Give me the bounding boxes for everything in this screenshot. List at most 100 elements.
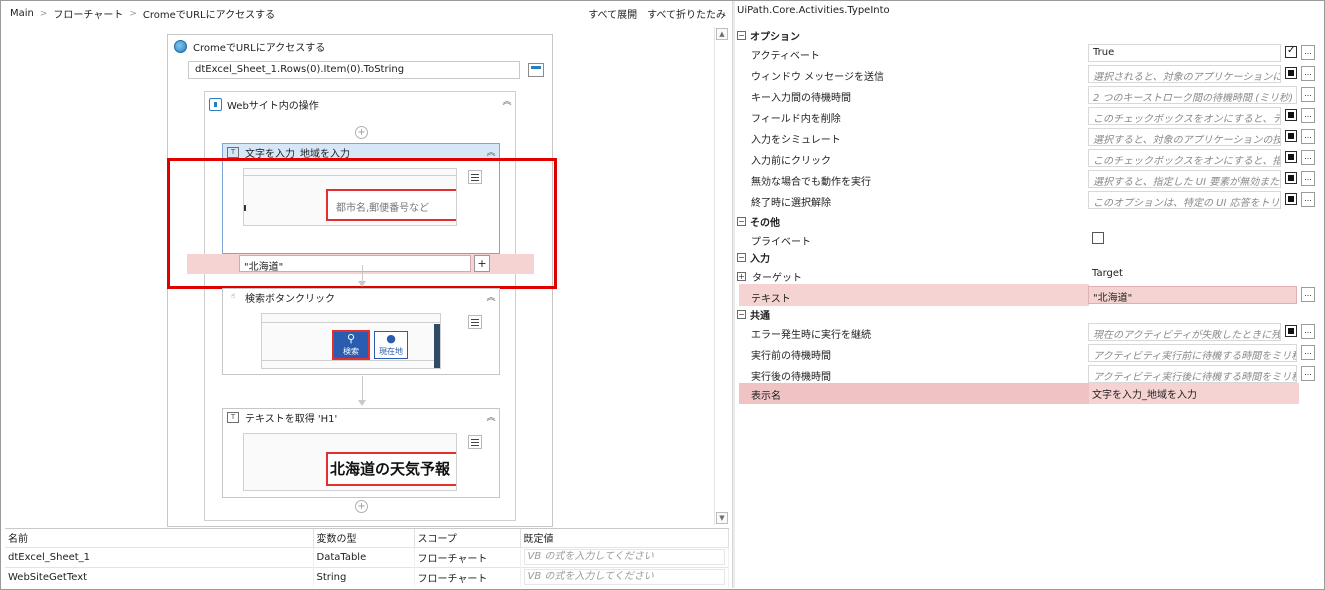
- arrow-down-icon: [358, 281, 366, 287]
- property-row[interactable]: キー入力間の待機時間 2 つのキーストローク間の待機時間 (ミリ秒) です。既 …: [735, 85, 1323, 105]
- category-options[interactable]: − オプション: [735, 24, 1323, 44]
- default-value-input[interactable]: VB の式を入力してください: [523, 569, 725, 586]
- type-into-icon: T: [227, 147, 239, 158]
- ellipsis-icon[interactable]: ...: [1301, 87, 1315, 102]
- breadcrumb-item-main[interactable]: Main: [10, 8, 34, 19]
- ellipsis-icon[interactable]: ...: [1301, 366, 1315, 381]
- click-activity[interactable]: ☝ 検索ボタンクリック ︽ ⚲ 検索 ● 現在地: [222, 288, 500, 375]
- property-row[interactable]: ウィンドウ メッセージを送信 選択されると、対象のアプリケーションに特定のメ .…: [735, 64, 1323, 84]
- url-field[interactable]: dtExcel_Sheet_1.Rows(0).Item(0).ToString: [188, 61, 520, 79]
- column-header-name[interactable]: 名前: [5, 529, 314, 547]
- text-property-input[interactable]: "北海道": [1088, 286, 1297, 304]
- browser-scope-header: CromeでURLにアクセスする: [174, 39, 325, 54]
- property-value[interactable]: アクティビティ実行後に待機する時間をミリ秒で指定: [1088, 365, 1297, 383]
- variable-name[interactable]: dtExcel_Sheet_1: [5, 546, 314, 567]
- property-value[interactable]: このチェックボックスをオンにすると、指定した UI: [1088, 149, 1281, 167]
- checkbox-checked[interactable]: [1285, 45, 1297, 58]
- variable-default[interactable]: VB の式を入力してください: [520, 566, 729, 587]
- category-input[interactable]: − 入力: [735, 246, 1323, 266]
- column-header-type[interactable]: 変数の型: [313, 529, 415, 547]
- ellipsis-icon[interactable]: ...: [1301, 171, 1315, 186]
- property-row[interactable]: 入力前にクリック このチェックボックスをオンにすると、指定した UI ...: [735, 148, 1323, 168]
- property-value[interactable]: このチェックボックスをオンにすると、テキストが書き: [1088, 107, 1281, 125]
- checkbox-indeterminate[interactable]: [1285, 325, 1297, 337]
- breadcrumb-item-browser[interactable]: CromeでURLにアクセスする: [143, 6, 275, 21]
- property-value[interactable]: Target: [1088, 266, 1281, 284]
- collapse-icon[interactable]: ︽: [485, 412, 497, 424]
- property-row[interactable]: 無効な場合でも動作を実行 選択すると、指定した UI 要素が無効または読み ..…: [735, 169, 1323, 189]
- ellipsis-icon[interactable]: ...: [1301, 66, 1315, 81]
- property-row-display-name[interactable]: 表示名 文字を入力_地域を入力: [735, 383, 1323, 403]
- property-value[interactable]: 現在のアクティビティが失敗したときに残りのアク: [1088, 323, 1281, 341]
- variable-type[interactable]: DataTable: [313, 546, 415, 567]
- checkbox-indeterminate[interactable]: [1285, 193, 1297, 205]
- collapse-box-icon[interactable]: −: [737, 217, 746, 226]
- ellipsis-icon[interactable]: ...: [1301, 345, 1315, 360]
- property-value[interactable]: 選択されると、対象のアプリケーションに特定のメ: [1088, 65, 1281, 83]
- property-row[interactable]: 入力をシミュレート 選択すると、対象のアプリケーションの技術を用い ...: [735, 127, 1323, 147]
- collapse-icon[interactable]: ︽: [485, 292, 497, 304]
- table-row[interactable]: WebSiteGetText String フローチャート VB の式を入力して…: [5, 566, 729, 587]
- scroll-up-icon[interactable]: ▲: [716, 28, 728, 40]
- property-value[interactable]: このオプションは、特定の UI 応答をトリガーすることが: [1088, 191, 1281, 209]
- ellipsis-icon[interactable]: ...: [1301, 108, 1315, 123]
- property-value[interactable]: 選択すると、対象のアプリケーションの技術を用い: [1088, 128, 1281, 146]
- scroll-down-icon[interactable]: ▼: [716, 512, 728, 524]
- ellipsis-icon[interactable]: ...: [1301, 129, 1315, 144]
- checkbox-indeterminate[interactable]: [1285, 130, 1297, 142]
- ellipsis-icon[interactable]: ...: [1301, 192, 1315, 207]
- menu-icon[interactable]: [468, 315, 482, 329]
- variable-scope[interactable]: フローチャート: [414, 546, 521, 567]
- property-value[interactable]: True: [1088, 44, 1281, 62]
- property-value[interactable]: 2 つのキーストローク間の待機時間 (ミリ秒) です。既: [1088, 86, 1297, 104]
- property-row[interactable]: 実行前の待機時間 アクティビティ実行前に待機する時間をミリ秒で指定 ...: [735, 343, 1323, 363]
- add-activity-icon[interactable]: +: [355, 126, 368, 139]
- collapse-box-icon[interactable]: −: [737, 310, 746, 319]
- column-header-default[interactable]: 既定値: [520, 529, 729, 547]
- variable-scope[interactable]: フローチャート: [414, 566, 521, 587]
- property-row[interactable]: 終了時に選択解除 このオプションは、特定の UI 応答をトリガーすることが ..…: [735, 190, 1323, 210]
- property-row[interactable]: 実行後の待機時間 アクティビティ実行後に待機する時間をミリ秒で指定 ...: [735, 364, 1323, 384]
- variable-type[interactable]: String: [313, 566, 415, 587]
- designer-scrollbar[interactable]: ▲ ▼: [714, 27, 728, 525]
- default-value-input[interactable]: VB の式を入力してください: [523, 549, 725, 565]
- category-other[interactable]: − その他: [735, 210, 1323, 230]
- property-value[interactable]: 選択すると、指定した UI 要素が無効または読み: [1088, 170, 1281, 188]
- ellipsis-icon[interactable]: ...: [1301, 150, 1315, 165]
- browser-window-icon[interactable]: [528, 63, 544, 77]
- collapse-box-icon[interactable]: −: [737, 253, 746, 262]
- add-activity-icon[interactable]: +: [355, 500, 368, 513]
- get-text-activity[interactable]: T テキストを取得 'H1' ︽ 北海道の天気予報: [222, 408, 500, 498]
- column-header-scope[interactable]: スコープ: [414, 529, 521, 547]
- expand-box-icon[interactable]: +: [737, 272, 746, 281]
- property-name: 入力前にクリック: [751, 156, 831, 167]
- designer-canvas[interactable]: CromeでURLにアクセスする dtExcel_Sheet_1.Rows(0)…: [5, 25, 713, 527]
- collapse-box-icon[interactable]: −: [737, 31, 746, 40]
- ellipsis-icon[interactable]: ...: [1301, 324, 1315, 339]
- checkbox-indeterminate[interactable]: [1285, 151, 1297, 163]
- menu-icon[interactable]: [468, 435, 482, 449]
- expand-all-link[interactable]: すべて展開: [588, 6, 637, 21]
- checkbox-indeterminate[interactable]: [1285, 172, 1297, 184]
- variable-name[interactable]: WebSiteGetText: [5, 566, 314, 587]
- collapse-icon[interactable]: ︽: [501, 96, 513, 108]
- property-name: アクティベート: [751, 51, 820, 62]
- property-row-text[interactable]: テキスト "北海道" ...: [735, 285, 1323, 305]
- property-value[interactable]: アクティビティ実行前に待機する時間をミリ秒で指定: [1088, 344, 1297, 362]
- display-name-input[interactable]: 文字を入力_地域を入力: [1088, 384, 1281, 402]
- collapse-all-link[interactable]: すべて折りたたみ: [647, 6, 726, 21]
- category-common[interactable]: − 共通: [735, 303, 1323, 323]
- breadcrumb-item-flowchart[interactable]: フローチャート: [53, 6, 123, 21]
- checkbox-indeterminate[interactable]: [1285, 67, 1297, 79]
- thumb-location-button: ● 現在地: [374, 331, 408, 359]
- table-row[interactable]: dtExcel_Sheet_1 DataTable フローチャート VB の式を…: [5, 546, 729, 567]
- ellipsis-icon[interactable]: ...: [1301, 45, 1315, 60]
- property-row[interactable]: アクティベート True ...: [735, 43, 1323, 63]
- property-row[interactable]: + ターゲット Target: [735, 265, 1323, 285]
- property-row[interactable]: エラー発生時に実行を継続 現在のアクティビティが失敗したときに残りのアク ...: [735, 322, 1323, 342]
- checkbox-unchecked[interactable]: [1092, 232, 1104, 244]
- variable-default[interactable]: VB の式を入力してください: [520, 546, 729, 567]
- ellipsis-icon[interactable]: ...: [1301, 287, 1315, 302]
- property-row[interactable]: フィールド内を削除 このチェックボックスをオンにすると、テキストが書き ...: [735, 106, 1323, 126]
- checkbox-indeterminate[interactable]: [1285, 109, 1297, 121]
